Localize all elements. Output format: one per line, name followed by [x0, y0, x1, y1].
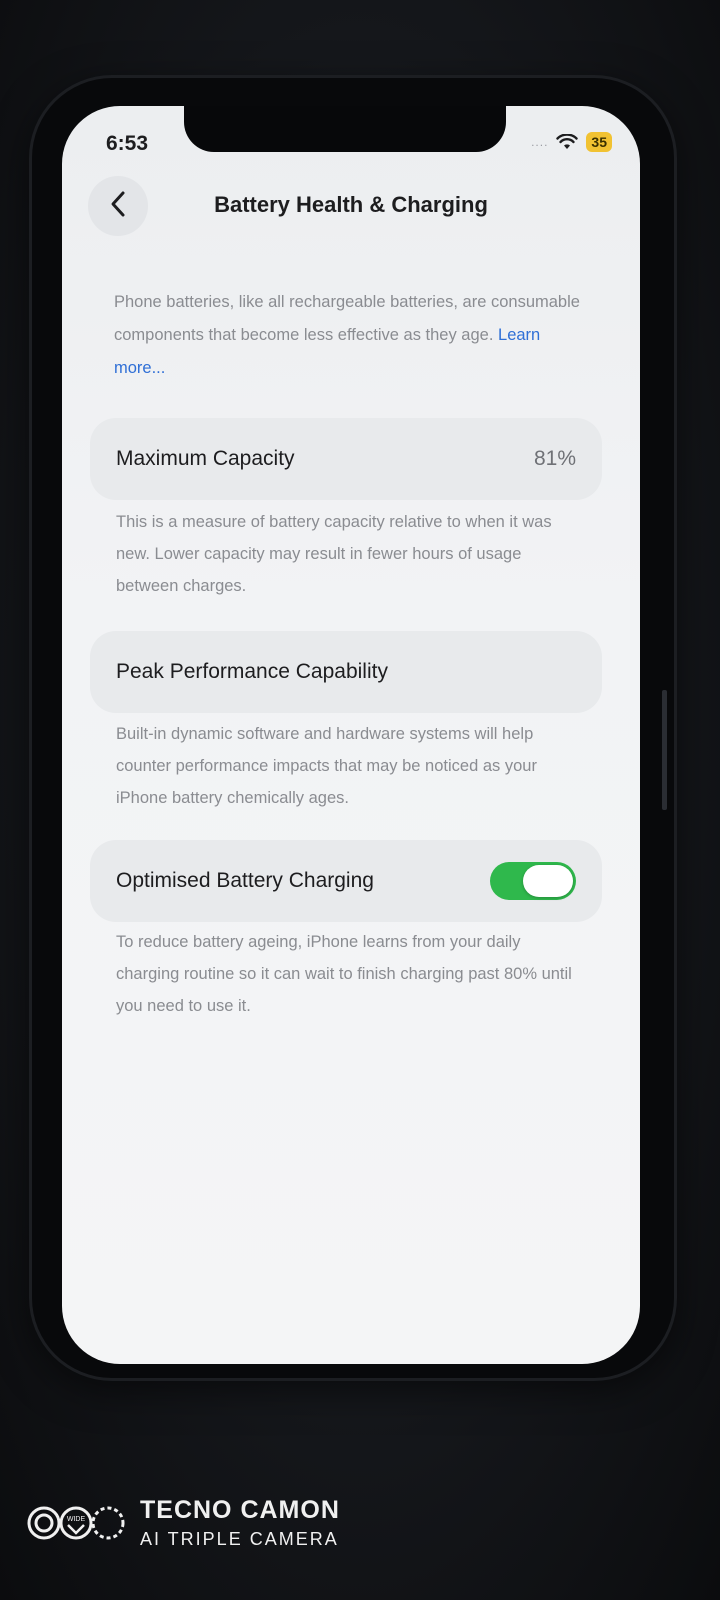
- optimised-charging-row: Optimised Battery Charging: [90, 840, 602, 922]
- notch: [184, 106, 506, 152]
- maximum-capacity-value: 81%: [533, 447, 576, 470]
- optimised-charging-description: To reduce battery ageing, iPhone learns …: [116, 933, 572, 1015]
- peak-performance-description: Built-in dynamic software and hardware s…: [116, 725, 537, 807]
- watermark-text: TECNO CAMON AI TRIPLE CAMERA: [140, 1496, 340, 1550]
- watermark-brand: TECNO CAMON: [140, 1496, 340, 1524]
- camera-watermark: WIDE TECNO CAMON AI TRIPLE CAMERA: [26, 1496, 340, 1550]
- intro-text: Phone batteries, like all rechargeable b…: [114, 286, 589, 385]
- phone-screen: 6:53 .... 35 Battery Health & Charging P…: [62, 106, 640, 1364]
- optimised-charging-label: Optimised Battery Charging: [116, 869, 374, 892]
- watermark-subtitle: AI TRIPLE CAMERA: [140, 1529, 339, 1549]
- peak-performance-label: Peak Performance Capability: [116, 660, 388, 683]
- status-icons: .... 35: [531, 132, 612, 152]
- camera-lens-logo: WIDE: [26, 1503, 126, 1543]
- page-title: Battery Health & Charging: [214, 192, 488, 217]
- toggle-knob: [523, 865, 573, 897]
- battery-indicator: 35: [586, 132, 612, 152]
- logo-wide-label: WIDE: [67, 1516, 86, 1523]
- maximum-capacity-label: Maximum Capacity: [116, 447, 295, 470]
- maximum-capacity-description: This is a measure of battery capacity re…: [116, 513, 552, 595]
- side-button: [662, 690, 667, 810]
- optimised-charging-toggle[interactable]: [490, 862, 576, 900]
- signal-icon: ....: [531, 135, 549, 149]
- maximum-capacity-row: Maximum Capacity 81%: [90, 418, 602, 500]
- peak-performance-row[interactable]: Peak Performance Capability: [90, 631, 602, 713]
- status-time: 6:53: [106, 132, 149, 155]
- wifi-icon: [556, 134, 579, 150]
